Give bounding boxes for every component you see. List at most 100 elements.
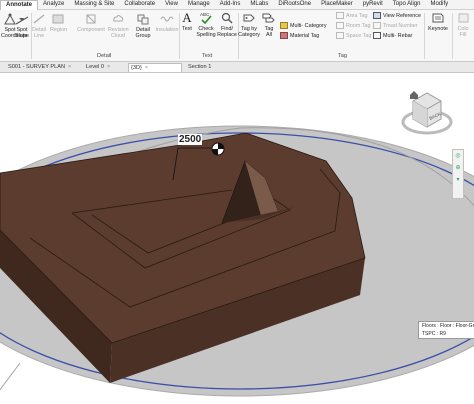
- tag-all-button[interactable]: Tag All: [262, 11, 276, 38]
- revision-cloud-icon: [113, 15, 124, 22]
- zoom-icon[interactable]: ⊕: [453, 162, 463, 174]
- check-spelling-icon: ABC: [200, 12, 212, 25]
- insulation-icon: [160, 16, 174, 22]
- keynote-icon: [432, 13, 444, 23]
- detail-panel-label: Detail: [97, 53, 112, 59]
- steering-wheel-icon[interactable]: ◎: [453, 150, 463, 162]
- view-tab-bar: S001 - SURVEY PLAN × Level 0 × {3D} × Secti…: [0, 62, 474, 73]
- tab-manage[interactable]: Manage: [183, 0, 215, 9]
- ribbon: Spot Coordinate Spot Slope Detail Line R…: [0, 10, 474, 62]
- tab-label: Section 1: [188, 64, 212, 70]
- ribbon-tab-bar: Annotate Analyze Massing & Site Collaborate…: [0, 0, 474, 10]
- tab-dirootsone[interactable]: DiRootsOne: [273, 0, 316, 9]
- 3d-viewport[interactable]: BACK 2500 ◎ ⊕ ▾ Floors : Floor : Floor-G…: [0, 73, 474, 404]
- detail-line-icon: [33, 14, 45, 24]
- component-button[interactable]: Component: [76, 12, 106, 33]
- color-fill-button[interactable]: Colo Fill: [453, 11, 473, 38]
- tab-placemaker[interactable]: PlaceMaker: [316, 0, 358, 9]
- tag-panel-label: Tag: [338, 53, 348, 59]
- tab-annotate[interactable]: Annotate: [0, 0, 38, 10]
- detail-line-label: Detail Line: [32, 27, 46, 39]
- multi-category-icon: [280, 22, 288, 29]
- area-tag-icon: [336, 12, 344, 19]
- tab-analyze[interactable]: Analyze: [38, 0, 69, 9]
- text-button[interactable]: A Text: [179, 10, 195, 33]
- area-tag-label: Area Tag: [346, 12, 368, 19]
- text-panel-label: Text: [202, 53, 213, 59]
- tag-all-icon: [262, 13, 275, 23]
- close-icon[interactable]: ×: [107, 64, 110, 70]
- close-icon[interactable]: ×: [145, 65, 148, 71]
- tread-number-icon: [373, 22, 381, 29]
- spot-elevation-marker[interactable]: [211, 142, 225, 156]
- region-button[interactable]: Region: [50, 12, 67, 33]
- check-spelling-label: Check Spelling: [196, 26, 216, 38]
- spot-slope-icon: [15, 16, 29, 25]
- detail-group-icon: [137, 14, 149, 25]
- component-icon: [86, 14, 96, 24]
- material-tag-button[interactable]: Material Tag: [280, 32, 319, 40]
- navigation-bar[interactable]: ◎ ⊕ ▾: [452, 149, 464, 199]
- material-tag-icon: [280, 32, 288, 39]
- svg-text:ABC: ABC: [200, 12, 210, 17]
- home-icon[interactable]: [410, 91, 418, 99]
- tab-modify[interactable]: Modify: [425, 0, 453, 9]
- tab-massing-site[interactable]: Massing & Site: [69, 0, 119, 9]
- region-icon: [52, 14, 64, 24]
- view-reference-icon: [373, 12, 381, 19]
- toposurface-edge-line: [0, 362, 21, 391]
- model-canvas: BACK: [0, 91, 474, 397]
- keynote-label: Keynote: [428, 26, 448, 32]
- keynote-button[interactable]: Keynote: [425, 11, 451, 32]
- tab-view[interactable]: View: [160, 0, 183, 9]
- check-spelling-button[interactable]: ABC Check Spelling: [196, 11, 216, 38]
- detail-line-button[interactable]: Detail Line: [31, 12, 47, 39]
- tab-s001-survey-plan[interactable]: S001 - SURVEY PLAN ×: [6, 63, 84, 72]
- tab-pyrevit[interactable]: pyRevit: [358, 0, 388, 9]
- spot-slope-button[interactable]: Spot Slope: [13, 12, 31, 39]
- space-tag-button[interactable]: Space Tag: [336, 32, 371, 40]
- tag-all-label: Tag All: [264, 26, 274, 38]
- room-tag-button[interactable]: Room Tag: [336, 22, 370, 30]
- tab-label: S001 - SURVEY PLAN: [8, 64, 66, 70]
- multi-rebar-label: Multi- Rebar: [383, 32, 413, 39]
- area-tag-button[interactable]: Area Tag: [336, 12, 367, 20]
- spot-slope-label: Spot Slope: [15, 27, 29, 39]
- text-icon: A: [182, 10, 192, 25]
- space-tag-label: Space Tag: [346, 32, 372, 39]
- tab-3d[interactable]: {3D} ×: [128, 63, 182, 72]
- multi-category-tag-button[interactable]: Multi- Category: [280, 22, 327, 30]
- insulation-button[interactable]: Insulation: [154, 12, 180, 33]
- find-replace-icon: [221, 12, 233, 24]
- tread-number-label: Tread Number: [383, 22, 418, 29]
- color-fill-label: Colo Fill: [457, 26, 469, 38]
- tab-section-1[interactable]: Section 1: [186, 63, 238, 72]
- tooltip-line: TSPC : R9: [422, 331, 446, 337]
- multi-category-label: Multi- Category: [290, 22, 327, 29]
- multi-rebar-button[interactable]: Multi- Rebar: [373, 32, 412, 40]
- tread-number-button[interactable]: Tread Number: [373, 22, 418, 30]
- revision-cloud-label: Revision Cloud: [108, 27, 129, 39]
- pan-icon[interactable]: ▾: [453, 174, 463, 186]
- dimension-value[interactable]: 2500: [178, 134, 203, 145]
- color-fill-icon: [458, 13, 469, 23]
- tab-collaborate[interactable]: Collaborate: [119, 0, 160, 9]
- tab-topo-align[interactable]: Topo Align: [388, 0, 426, 9]
- close-icon[interactable]: ×: [68, 64, 71, 70]
- find-replace-label: Find/ Replace: [217, 26, 237, 38]
- tab-add-ins[interactable]: Add-Ins: [215, 0, 246, 9]
- element-tooltip: Floors : Floor : Floor-Gro TSPC : R9: [418, 321, 474, 339]
- room-tag-icon: [336, 22, 344, 29]
- tag-by-category-icon: [243, 14, 255, 22]
- tag-by-category-button[interactable]: Tag by Category: [238, 11, 260, 38]
- view-reference-label: View Reference: [383, 12, 421, 19]
- tab-label: {3D}: [131, 65, 142, 71]
- detail-group-button[interactable]: Detail Group: [133, 12, 153, 39]
- tab-mlabs[interactable]: MLabs: [245, 0, 273, 9]
- view-reference-button[interactable]: View Reference: [373, 12, 421, 20]
- tab-level-0[interactable]: Level 0 ×: [84, 63, 128, 72]
- find-replace-button[interactable]: Find/ Replace: [216, 11, 238, 38]
- detail-group-label: Detail Group: [135, 27, 151, 39]
- revision-cloud-button[interactable]: Revision Cloud: [108, 12, 129, 39]
- room-tag-label: Room Tag: [346, 22, 371, 29]
